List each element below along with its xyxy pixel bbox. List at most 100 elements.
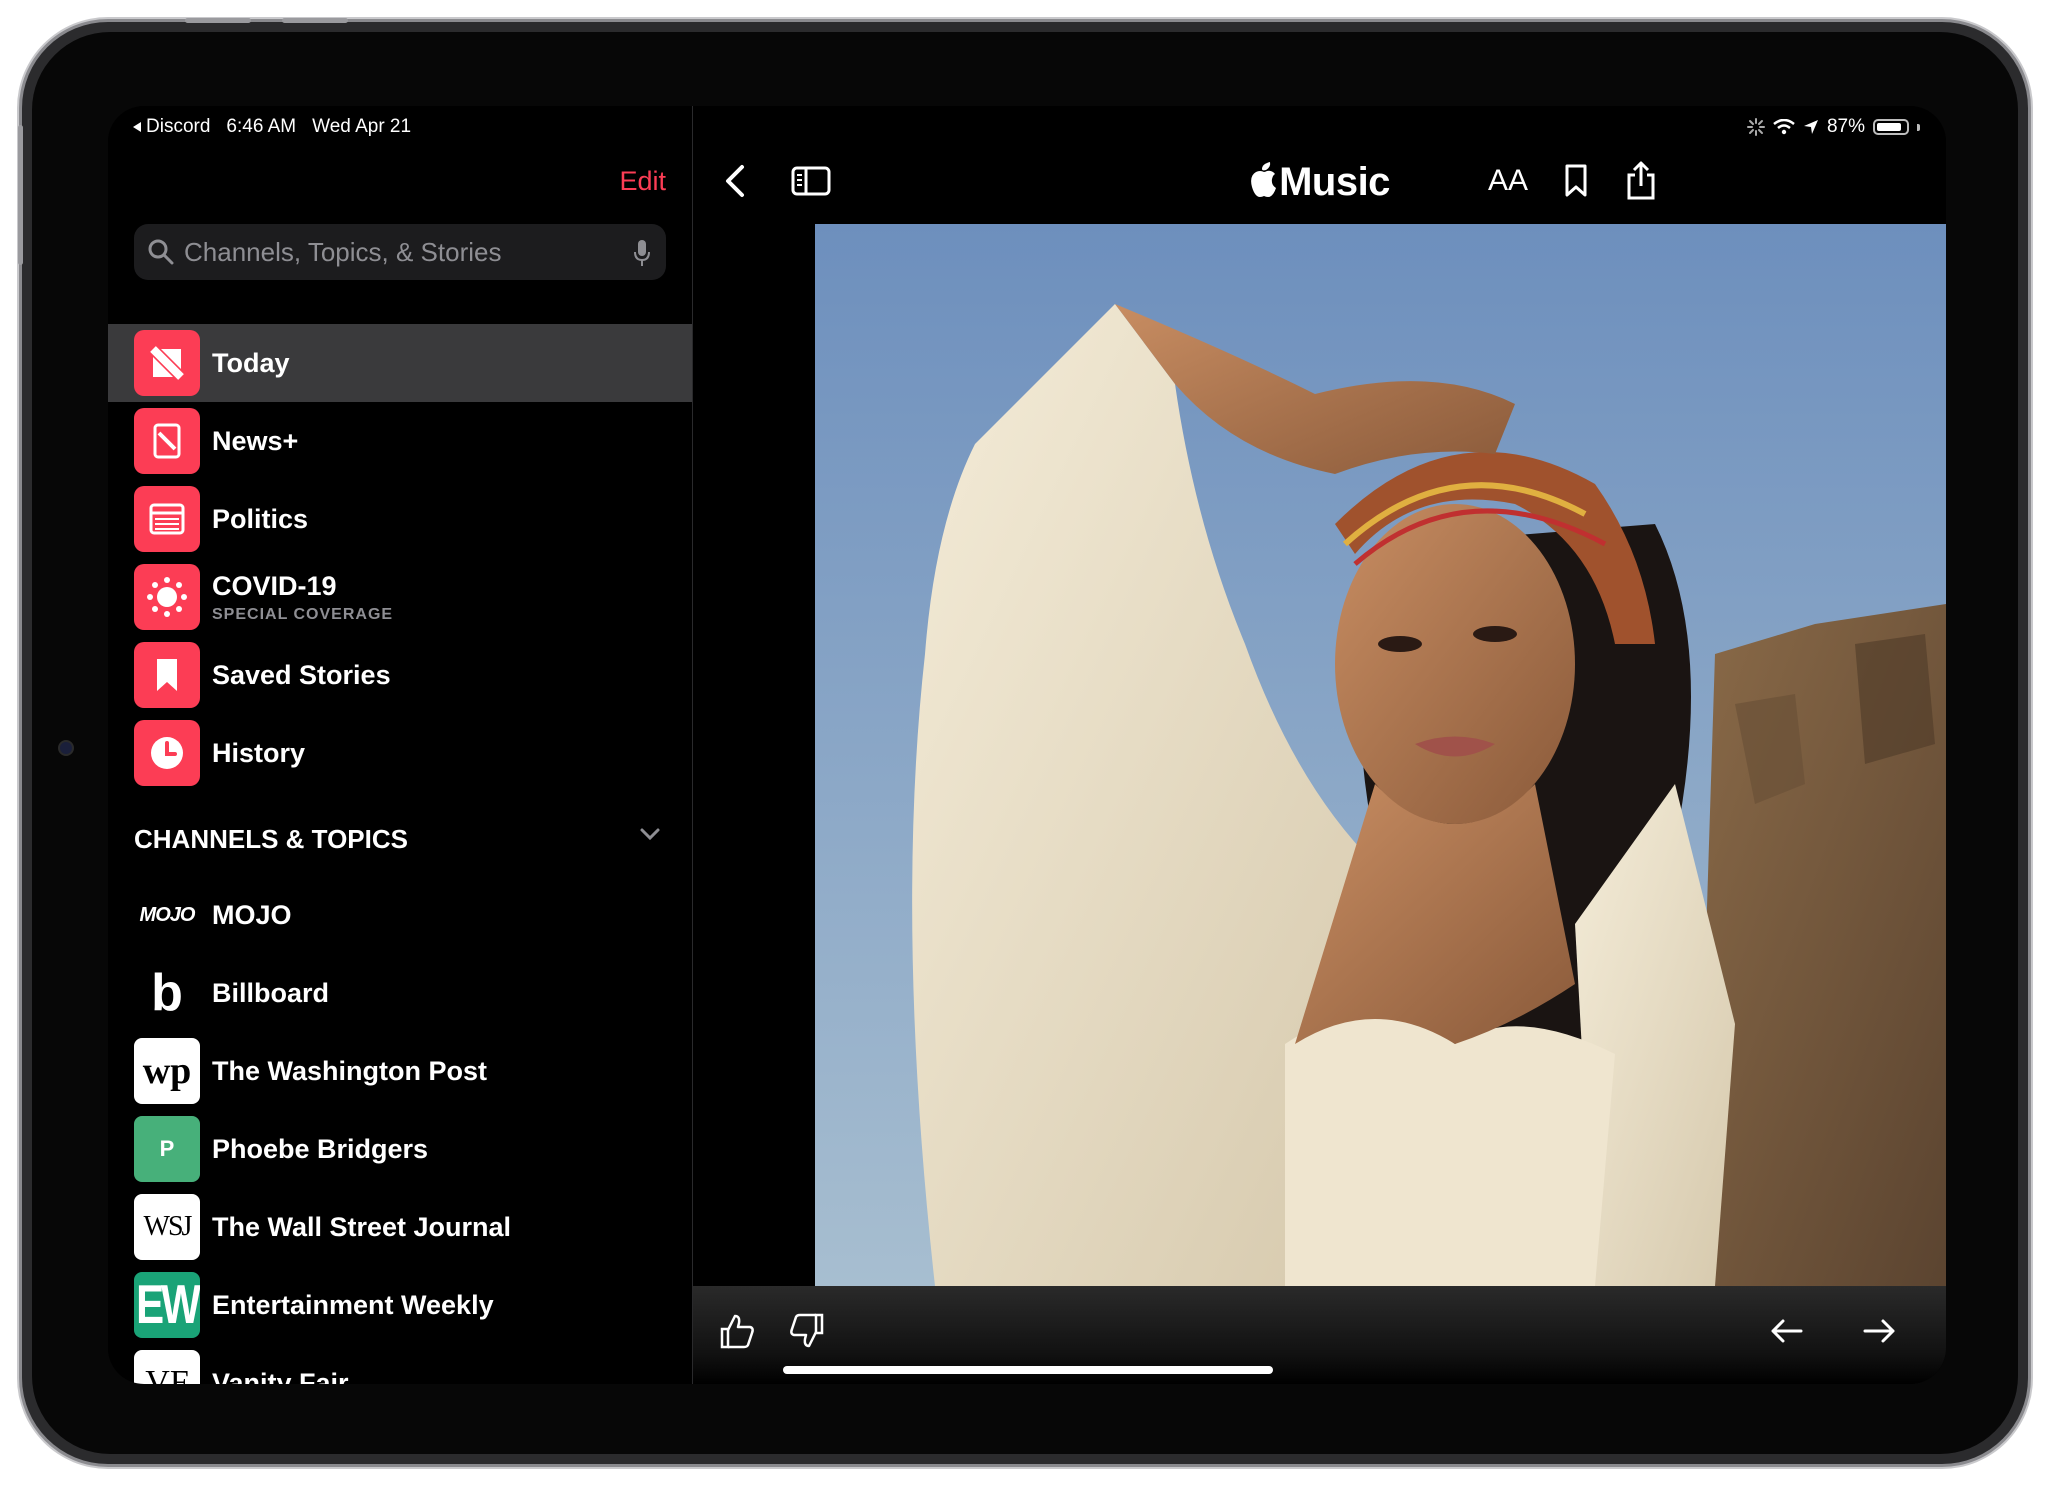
sidebar: Edit Today News+ [108,106,693,1384]
sidebar-item-label: Saved Stories [212,659,391,690]
volume-button-1 [185,18,251,23]
sidebar-item-label: History [212,737,306,768]
channel-label: Entertainment Weekly [212,1289,494,1320]
screen: Edit Today News+ [108,106,1946,1384]
politics-icon [134,486,200,552]
microphone-icon[interactable] [632,238,652,268]
battery-nub [1917,123,1920,131]
channel-item-billboard[interactable]: b Billboard [108,954,692,1032]
activity-spinner-icon [1746,118,1765,136]
pb-logo-text: P [159,1136,175,1161]
publisher-logo: Music [693,160,1946,205]
arrow-right-icon [1863,1319,1895,1343]
share-icon [1627,161,1655,200]
vanity-fair-logo-icon: VF [134,1350,200,1384]
sidebar-item-label: News+ [212,425,299,456]
text-size-button[interactable]: AA [1488,146,1528,216]
camera-icon [58,740,74,756]
section-title-channels: CHANNELS & TOPICS [134,824,408,854]
article-panel: Music AA [693,106,1946,1384]
sidebar-nav: Today News+ Politics COVID-19 SPECIAL CO… [108,324,692,792]
back-to-app-link[interactable]: Discord [132,116,210,138]
thumbs-up-icon [720,1314,754,1349]
search-input[interactable] [182,235,626,269]
covid-icon [134,564,200,630]
wsj-logo-text: WSJ [143,1211,193,1242]
like-button[interactable] [713,1296,761,1366]
channel-item-washington-post[interactable]: wp The Washington Post [108,1032,692,1110]
channel-item-phoebe-bridgers[interactable]: P Phoebe Bridgers [108,1110,692,1188]
vf-logo-text: VF [145,1364,189,1384]
location-arrow-icon [1803,120,1818,134]
sidebar-item-saved-stories[interactable]: Saved Stories [108,636,692,714]
search-field[interactable] [134,224,666,280]
sidebar-item-newsplus[interactable]: News+ [108,402,692,480]
text-size-label: AA [1487,164,1529,197]
channel-label: MOJO [212,899,292,930]
news-logo-icon [134,330,200,396]
sidebar-item-politics[interactable]: Politics [108,480,692,558]
billboard-logo-icon: b [134,960,200,1026]
volume-button-2 [282,18,348,23]
channel-label: Vanity Fair [212,1367,349,1385]
channel-label: The Washington Post [212,1055,487,1086]
sidebar-item-covid[interactable]: COVID-19 SPECIAL COVERAGE [108,558,692,636]
mojo-logo-text: MOJO [139,903,196,926]
channel-item-vanity-fair[interactable]: VF Vanity Fair [108,1344,692,1384]
sidebar-item-label: Politics [212,503,309,534]
wsj-logo-icon: WSJ [134,1194,200,1260]
battery-icon [1873,119,1909,135]
sidebar-item-label: Today [212,347,290,378]
sidebar-item-sublabel: SPECIAL COVERAGE [212,605,394,623]
dislike-button[interactable] [783,1296,831,1366]
phoebe-bridgers-logo-icon: P [134,1116,200,1182]
next-story-button[interactable] [1855,1296,1903,1366]
ew-logo-icon: EW [134,1272,200,1338]
mojo-logo-icon: MOJO [134,882,200,948]
battery-fill [1877,123,1901,131]
channel-label: Phoebe Bridgers [212,1133,429,1164]
back-app-label: Discord [146,116,211,137]
article-hero-image[interactable] [815,224,1946,1286]
sidebar-item-today[interactable]: Today [108,324,692,402]
save-story-button[interactable] [1558,146,1594,216]
edit-button[interactable]: Edit [619,166,666,197]
arrow-left-icon [1771,1319,1803,1343]
billboard-logo-text: b [151,964,183,1022]
bookmark-outline-icon [1565,164,1587,197]
brand-label: Music [1279,160,1390,204]
sidebar-item-label: COVID-19 [212,570,337,601]
wifi-icon [1773,119,1795,135]
channel-item-wsj[interactable]: WSJ The Wall Street Journal [108,1188,692,1266]
channel-label: Billboard [212,977,330,1008]
sidebar-item-history[interactable]: History [108,714,692,792]
status-date: Wed Apr 21 [312,116,412,137]
previous-story-button[interactable] [1763,1296,1811,1366]
top-button [18,125,23,265]
home-indicator[interactable] [783,1366,1273,1374]
channel-item-entertainment-weekly[interactable]: EW Entertainment Weekly [108,1266,692,1344]
wp-logo-text: wp [142,1050,192,1092]
hero-illustration [815,224,1946,1286]
status-bar: Discord 6:46 AM Wed Apr 21 87% [108,106,1946,146]
chevron-down-icon[interactable] [636,824,664,844]
apple-logo-icon [1251,162,1277,197]
ew-logo-text: EW [136,1273,200,1335]
status-right: 87% [1746,116,1920,138]
share-button[interactable] [1621,146,1661,216]
search-icon [148,239,174,265]
triangle-left-icon [133,122,141,132]
bookmark-icon [134,642,200,708]
sidebar-item-text: COVID-19 SPECIAL COVERAGE [212,571,393,624]
battery-percent: 87% [1826,116,1865,137]
status-time: 6:46 AM [226,116,297,137]
channel-item-mojo[interactable]: MOJO MOJO [108,876,692,954]
washington-post-logo-icon: wp [134,1038,200,1104]
clock-icon [134,720,200,786]
status-left: Discord 6:46 AM Wed Apr 21 [132,116,411,138]
thumbs-down-icon [790,1313,824,1348]
channel-label: The Wall Street Journal [212,1211,512,1242]
channels-list: MOJO MOJO b Billboard wp The Washington … [108,876,692,1384]
newsplus-icon [134,408,200,474]
article-toolbar: Music AA [693,146,1946,230]
